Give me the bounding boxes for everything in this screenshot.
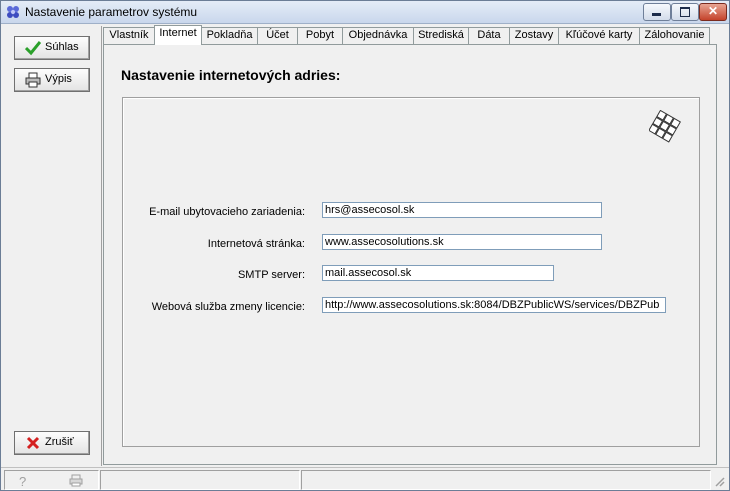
smtp-label: SMTP server: (237, 269, 305, 281)
settings-group: E-mail ubytovacieho zariadenia: Internet… (122, 97, 700, 447)
cancel-button[interactable]: Zrušiť (14, 431, 90, 455)
settings-window: Nastavenie parametrov systému ✕ Súhlas V… (0, 0, 730, 491)
minimize-button[interactable] (643, 3, 671, 21)
license-service-label: Webová služba zmeny licencie: (151, 301, 305, 313)
smtp-field[interactable] (322, 265, 554, 281)
tab-strediska[interactable]: Strediská (413, 27, 469, 44)
status-cell-icons: ? (4, 470, 99, 490)
print-button-label: Výpis (45, 73, 72, 85)
email-label: E-mail ubytovacieho zariadenia: (149, 206, 305, 218)
tab-ucet[interactable]: Účet (257, 27, 298, 44)
tab-internet[interactable]: Internet (154, 25, 202, 45)
tab-zostavy[interactable]: Zostavy (509, 27, 559, 44)
tab-vlastnik[interactable]: Vlastník (103, 27, 155, 44)
status-cell-2 (301, 470, 711, 490)
keyboard-icon (649, 110, 681, 143)
status-cell-1 (100, 470, 300, 490)
email-field[interactable] (322, 202, 602, 218)
printer-icon (25, 72, 41, 88)
license-service-field[interactable] (322, 297, 666, 313)
resize-grip-icon[interactable] (713, 475, 725, 487)
internet-tab-page: Nastavenie internetových adries: E-mail … (103, 44, 717, 465)
tab-pobyt[interactable]: Pobyt (297, 27, 343, 44)
window-title: Nastavenie parametrov systému (25, 5, 198, 19)
maximize-button[interactable] (671, 3, 699, 21)
tab-strip: Vlastník Internet Pokladňa Účet Pobyt Ob… (103, 25, 725, 45)
title-bar: Nastavenie parametrov systému ✕ (1, 1, 729, 24)
page-heading: Nastavenie internetových adries: (121, 67, 341, 83)
close-icon: ✕ (707, 4, 719, 18)
printer-icon[interactable] (69, 474, 83, 487)
tab-klucove-karty[interactable]: Kľúčové karty (558, 27, 640, 44)
x-icon (26, 436, 40, 450)
agree-button-label: Súhlas (45, 41, 79, 53)
tab-data[interactable]: Dáta (468, 27, 510, 44)
minimize-icon (652, 13, 661, 16)
tab-objednavka[interactable]: Objednávka (342, 27, 414, 44)
agree-button[interactable]: Súhlas (14, 36, 90, 60)
maximize-icon (680, 7, 690, 17)
close-button[interactable]: ✕ (699, 3, 727, 21)
website-field[interactable] (322, 234, 602, 250)
print-button[interactable]: Výpis (14, 68, 90, 92)
help-icon[interactable]: ? (19, 474, 26, 489)
tab-zalohovanie[interactable]: Zálohovanie (639, 27, 710, 44)
app-icon (7, 6, 19, 18)
status-bar: ? (1, 467, 729, 490)
website-label: Internetová stránka: (207, 238, 305, 250)
sidebar-divider (101, 26, 102, 466)
cancel-button-label: Zrušiť (45, 436, 74, 448)
tab-pokladna[interactable]: Pokladňa (201, 27, 258, 44)
check-icon (25, 41, 41, 56)
